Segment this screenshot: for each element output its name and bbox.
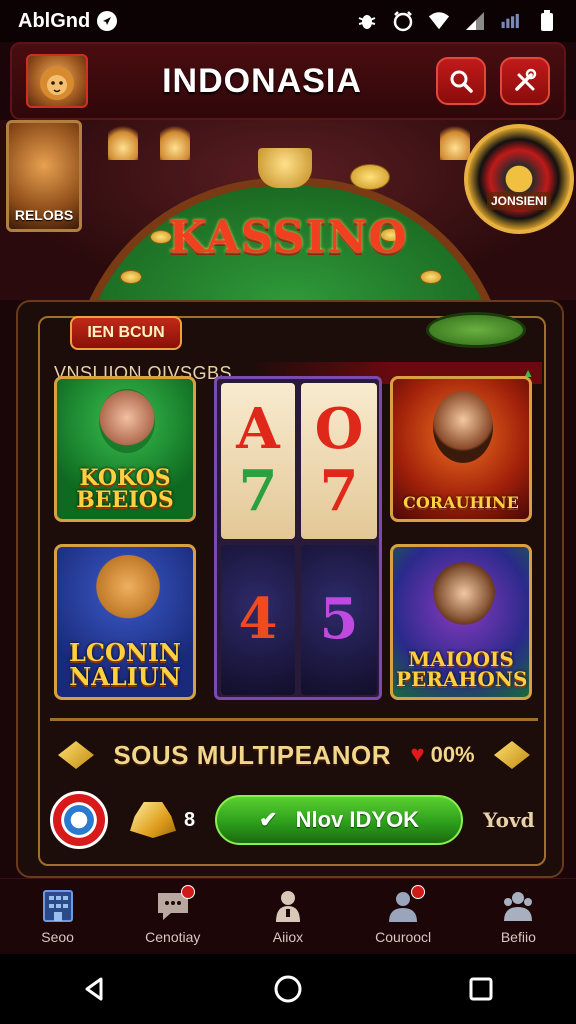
roulette-label: JONSIENI — [486, 192, 551, 210]
slot-reels[interactable]: A 7 O 7 4 5 — [214, 376, 382, 700]
multiplier-row: SOUS MULTIPEANOR ♥ 00% — [50, 732, 538, 778]
status-bar: AblGnd — [0, 0, 576, 42]
lamp-icon — [440, 120, 470, 160]
nav-label: Couroocl — [375, 928, 432, 945]
search-icon — [450, 70, 473, 93]
nav-label: Befiio — [500, 928, 536, 945]
reel-symbol: 7 — [238, 458, 278, 524]
green-chip-decor — [426, 312, 526, 348]
reel-symbol: A — [236, 396, 280, 463]
gold-nugget-icon — [130, 802, 176, 838]
action-row: 8 ✔ Nlov IDYOK Yovd — [50, 790, 538, 850]
nav-item-couroocl[interactable]: Couroocl — [353, 884, 453, 945]
lion-avatar — [93, 555, 163, 625]
poker-chip-icon[interactable] — [50, 791, 108, 849]
reel-cell: A 7 — [221, 383, 295, 539]
network-bars-icon — [501, 13, 519, 29]
multiplier-text: SOUS MULTIPEANOR — [113, 739, 391, 770]
tools-button[interactable] — [499, 57, 550, 105]
home-icon[interactable] — [272, 973, 304, 1005]
coin-icon — [350, 164, 390, 190]
app-bar: INDONASIA — [10, 42, 566, 120]
carrier-name: AblGnd — [18, 9, 91, 32]
casino-scene-banner: KASSINO RELOBS JONSIENI — [0, 120, 576, 300]
coin-icon — [120, 270, 142, 284]
nav-label: Aiiox — [272, 928, 304, 945]
nav-item-aiiox[interactable]: Aiiox — [238, 889, 338, 945]
game-title: LCONIN NALIUN — [69, 638, 181, 691]
bug-icon — [358, 15, 376, 29]
percent-value: 00% — [430, 742, 475, 767]
nav-item-befiio[interactable]: Befiio — [468, 889, 568, 945]
percent-indicator: ♥ 00% — [410, 741, 474, 769]
game-title: MAIOOIS PERAHONS — [396, 647, 528, 691]
bottom-nav: Seoo Cenotiay Aiiox Couroocl Befiio — [0, 878, 576, 954]
coin-icon — [420, 270, 442, 284]
page-title: INDONASIA — [162, 61, 362, 100]
character-avatar — [433, 391, 493, 463]
roulette-wheel[interactable]: JONSIENI — [464, 124, 574, 234]
nav-label: Cenotiay — [145, 928, 201, 945]
lamp-icon — [160, 120, 190, 160]
gem-icon — [58, 741, 94, 769]
game-card[interactable]: LCONIN NALIUN — [54, 544, 196, 700]
recents-icon[interactable] — [467, 975, 495, 1003]
lamp-icon — [108, 120, 138, 160]
tools-icon — [515, 68, 537, 91]
play-button[interactable]: ✔ Nlov IDYOK — [215, 795, 464, 845]
game-card[interactable]: KOKOS BEEIOS — [54, 376, 196, 522]
reel-cell: O 7 — [301, 383, 377, 539]
reel-symbol: 7 — [319, 458, 359, 524]
group-icon — [504, 891, 533, 921]
check-icon: ✔ — [259, 807, 278, 832]
search-button[interactable] — [435, 57, 486, 105]
reel-cell: 5 — [301, 545, 377, 695]
game-card[interactable]: MAIOOIS PERAHONS — [390, 544, 532, 700]
heart-icon: ♥ — [410, 741, 425, 768]
play-button-label: Nlov IDYOK — [295, 807, 420, 832]
game-card[interactable]: CORAUHINE — [390, 376, 532, 522]
game-title: CORAUHINE — [403, 493, 519, 512]
alarm-icon — [393, 11, 413, 32]
nav-item-seoo[interactable]: Seoo — [8, 889, 108, 945]
lion-poster: RELOBS — [6, 120, 82, 232]
games-panel: IEN BCUN VNSLIION OIVSGBS ▲ KOKOS BEEIOS… — [16, 300, 564, 878]
nav-item-cenotiay[interactable]: Cenotiay — [123, 884, 223, 945]
navigation-icon — [97, 11, 118, 31]
system-nav-bar — [0, 954, 576, 1024]
battery-icon — [541, 10, 553, 31]
trophy-icon — [258, 148, 312, 188]
notification-dot — [180, 884, 195, 899]
wifi-icon — [428, 12, 450, 30]
signal-icon — [466, 12, 484, 30]
character-avatar — [433, 555, 495, 625]
side-text[interactable]: Yovd — [483, 808, 534, 832]
gold-count: 8 — [184, 808, 196, 831]
building-icon — [42, 889, 73, 922]
app-logo[interactable] — [26, 54, 88, 108]
nav-label: Seoo — [41, 928, 74, 945]
games-panel-frame: IEN BCUN VNSLIION OIVSGBS ▲ KOKOS BEEIOS… — [38, 312, 546, 866]
reel-symbol: 5 — [319, 586, 359, 653]
reel-cell: 4 — [221, 545, 295, 695]
game-title: KOKOS BEEIOS — [76, 465, 174, 513]
panel-badge[interactable]: IEN BCUN — [70, 316, 182, 350]
character-avatar — [99, 389, 155, 453]
reel-symbol: O — [314, 396, 364, 463]
gem-icon — [493, 741, 530, 769]
notification-dot — [411, 884, 426, 899]
divider — [50, 718, 538, 721]
profile-icon — [275, 890, 300, 922]
back-icon[interactable] — [81, 975, 109, 1003]
reel-symbol: 4 — [238, 586, 278, 653]
lion-icon — [40, 66, 74, 100]
